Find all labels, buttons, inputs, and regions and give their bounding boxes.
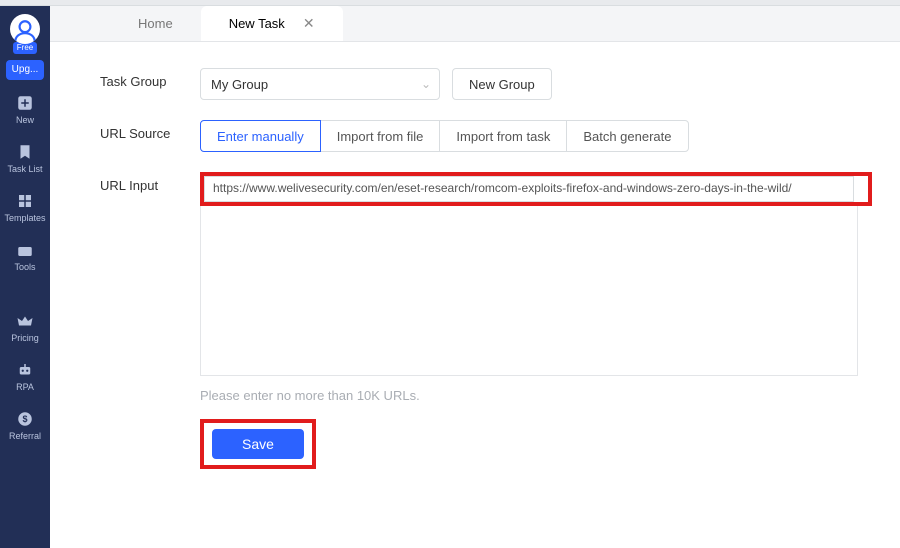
url-input-hint: Please enter no more than 10K URLs. (200, 388, 872, 403)
source-import-file[interactable]: Import from file (320, 120, 441, 152)
url-source-segmented: Enter manually Import from file Import f… (200, 120, 689, 152)
sidebar-item-pricing[interactable]: Pricing (11, 312, 39, 343)
bookmark-icon (16, 143, 34, 161)
user-avatar[interactable] (10, 14, 40, 44)
sidebar-item-label: Pricing (11, 333, 39, 343)
sidebar-item-label: Templates (4, 213, 45, 223)
url-input-label: URL Input (100, 172, 200, 193)
url-input-textarea[interactable]: https://www.welivesecurity.com/en/eset-r… (204, 176, 854, 202)
source-batch-generate[interactable]: Batch generate (566, 120, 688, 152)
source-enter-manually[interactable]: Enter manually (200, 120, 321, 152)
tab-label: New Task (229, 16, 285, 31)
upgrade-button[interactable]: Upg... (6, 60, 44, 80)
save-highlight: Save (200, 419, 316, 469)
sidebar-item-label: New (16, 115, 34, 125)
url-source-label: URL Source (100, 120, 200, 141)
sidebar-item-templates[interactable]: Templates (4, 192, 45, 223)
sidebar-item-new[interactable]: New (16, 94, 34, 125)
close-icon[interactable]: ✕ (303, 15, 315, 32)
dollar-icon: $ (16, 410, 34, 428)
svg-text:$: $ (22, 414, 27, 424)
sidebar: Free Upg... New Task List Templates Tool… (0, 6, 50, 548)
new-task-form: Task Group My Group ⌄ New Group URL Sour… (50, 42, 900, 548)
tab-label: Home (138, 16, 173, 31)
sidebar-item-label: Tools (14, 262, 35, 272)
crown-icon (16, 312, 34, 330)
sidebar-item-tasklist[interactable]: Task List (7, 143, 42, 174)
sidebar-item-rpa[interactable]: RPA (16, 361, 34, 392)
sidebar-item-tools[interactable]: Tools (14, 241, 35, 272)
user-icon (12, 18, 38, 44)
save-button[interactable]: Save (212, 429, 304, 459)
templates-icon (16, 192, 34, 210)
toolbox-icon (16, 241, 34, 259)
new-group-button[interactable]: New Group (452, 68, 552, 100)
robot-icon (16, 361, 34, 379)
sidebar-item-referral[interactable]: $ Referral (9, 410, 41, 441)
task-group-select[interactable]: My Group ⌄ (200, 68, 440, 100)
plus-icon (16, 94, 34, 112)
sidebar-item-label: RPA (16, 382, 34, 392)
source-import-task[interactable]: Import from task (439, 120, 567, 152)
sidebar-item-label: Task List (7, 164, 42, 174)
chevron-down-icon: ⌄ (421, 77, 431, 91)
main-panel: Home New Task ✕ Task Group My Group ⌄ Ne… (50, 6, 900, 548)
task-group-selected: My Group (211, 77, 268, 92)
sidebar-item-label: Referral (9, 431, 41, 441)
url-input-highlight: https://www.welivesecurity.com/en/eset-r… (200, 172, 872, 206)
tab-new-task[interactable]: New Task ✕ (201, 6, 343, 41)
tab-home[interactable]: Home (110, 6, 201, 41)
tab-bar: Home New Task ✕ (50, 6, 900, 42)
task-group-label: Task Group (100, 68, 200, 89)
url-input-rest[interactable] (200, 206, 858, 376)
